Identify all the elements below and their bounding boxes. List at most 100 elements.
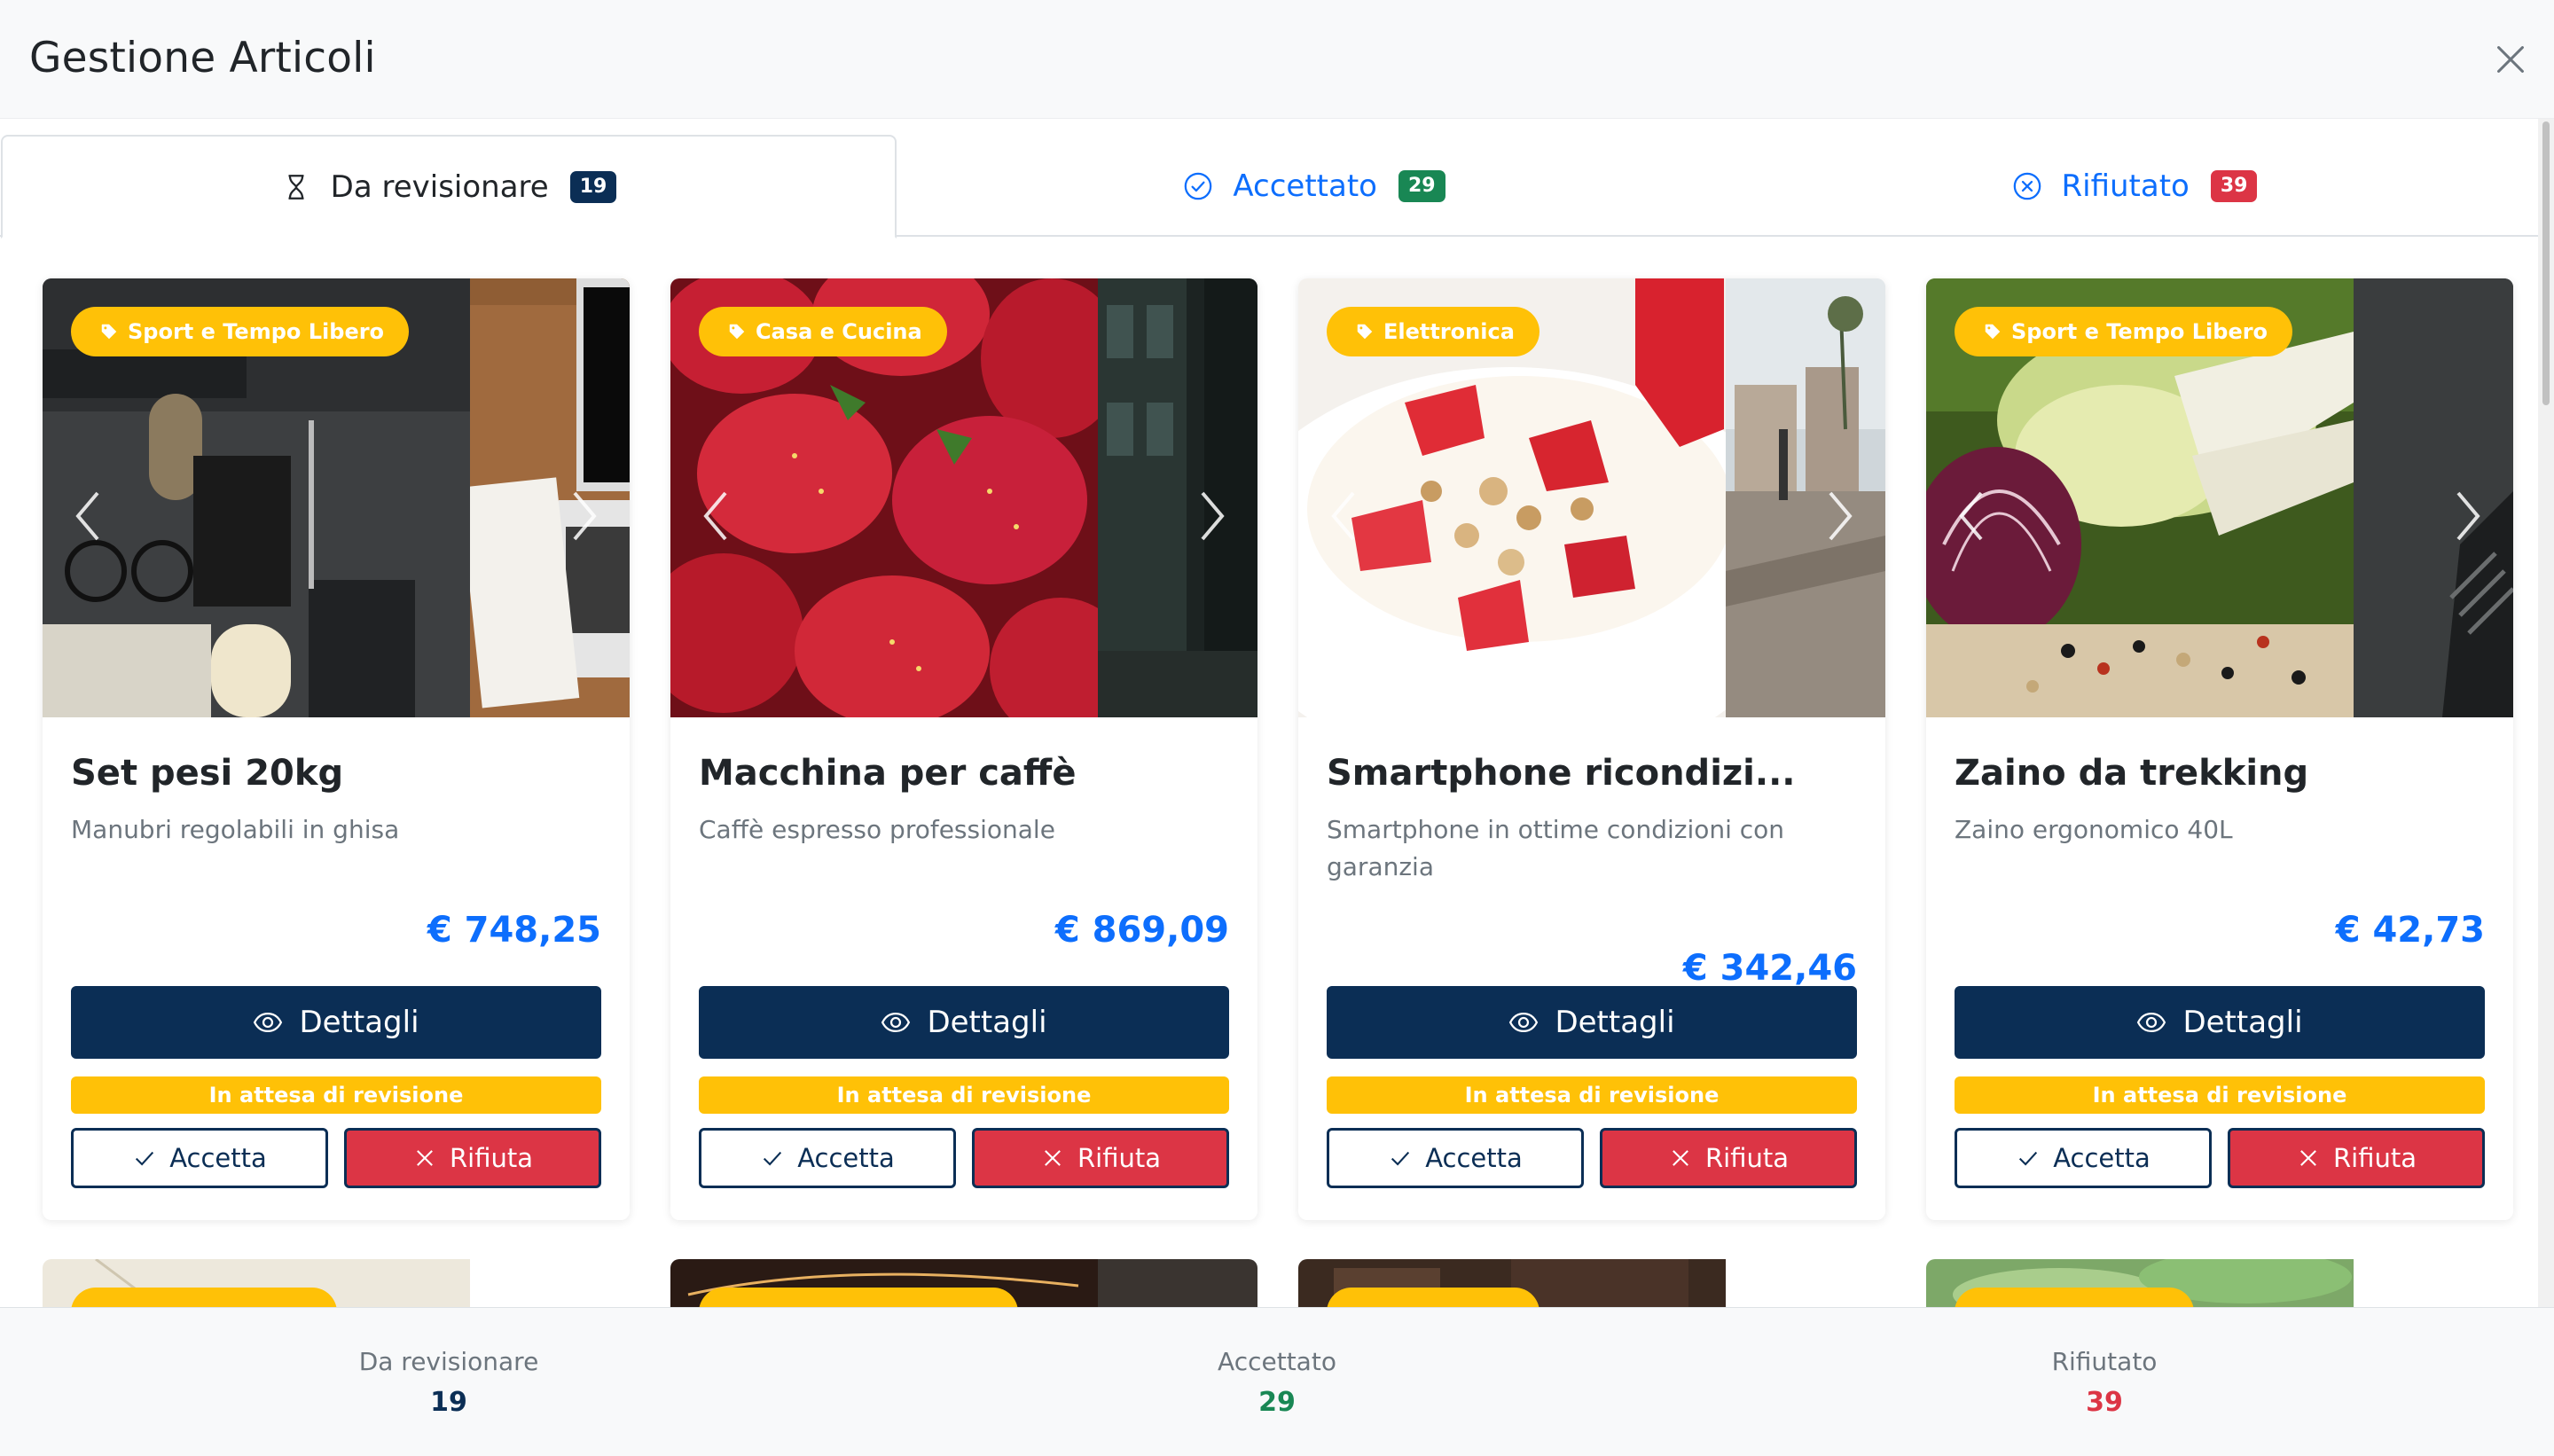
carousel-next-button[interactable] [1821, 489, 1857, 543]
chevron-right-icon [573, 491, 597, 541]
category-chip [1955, 1288, 2194, 1307]
stat-value: 19 [430, 1387, 467, 1418]
tag-icon [99, 322, 119, 341]
card-description: Zaino ergonomico 40L [1955, 815, 2233, 844]
card-title: Zaino da trekking [1955, 753, 2309, 794]
category-chip: Elettronica [1327, 307, 1539, 356]
category-chip: Sport e Tempo Libero [1955, 307, 2293, 356]
product-image-next [470, 278, 630, 717]
summary-stat-da-revisionare: Da revisionare 19 [271, 1347, 626, 1418]
category-chip [1327, 1288, 1539, 1307]
product-image-next [1726, 278, 1885, 717]
card-title: Set pesi 20kg [71, 753, 344, 794]
article-management-modal: Gestione Articoli Da revisionare 19 Acce… [0, 0, 2554, 1456]
stat-label: Rifiutato [2051, 1347, 2158, 1376]
close-button[interactable] [2490, 39, 2531, 80]
tab-label: Rifiutato [2061, 168, 2190, 204]
chevron-left-icon [75, 491, 99, 541]
close-icon [2497, 46, 2524, 73]
x-icon [1040, 1146, 1065, 1170]
article-card-partial [670, 1259, 1257, 1307]
reject-button[interactable]: Rifiuta [2228, 1128, 2485, 1188]
tag-icon [727, 322, 747, 341]
card-price: € 342,46 [1682, 948, 1857, 989]
reject-button[interactable]: Rifiuta [972, 1128, 1229, 1188]
modal-header: Gestione Articoli [0, 0, 2554, 119]
article-card: Elettronica Smartphone ricondizi... Smar… [1298, 278, 1885, 1220]
stat-value: 29 [1258, 1387, 1296, 1418]
image-carousel: Sport e Tempo Libero [1926, 278, 2513, 717]
carousel-next-button[interactable] [1194, 489, 1229, 543]
scrollbar[interactable] [2538, 119, 2554, 1307]
summary-stat-rifiutato: Rifiutato 39 [1927, 1347, 2282, 1418]
status-badge: In attesa di revisione [1327, 1076, 1857, 1114]
image-carousel: Elettronica [1298, 278, 1885, 717]
x-icon [2296, 1146, 2321, 1170]
chevron-left-icon [703, 491, 727, 541]
carousel-prev-button[interactable] [71, 489, 106, 543]
page-title: Gestione Articoli [29, 34, 376, 82]
reject-button[interactable]: Rifiuta [344, 1128, 601, 1188]
tag-icon [1983, 322, 2002, 341]
count-badge: 29 [1398, 169, 1445, 202]
carousel-prev-button[interactable] [699, 489, 734, 543]
eye-icon [881, 1007, 911, 1037]
status-badge: In attesa di revisione [699, 1076, 1229, 1114]
check-circle-icon [1183, 171, 1213, 201]
tab-accettato[interactable]: Accettato 29 [897, 135, 1731, 237]
card-title: Macchina per caffè [699, 753, 1077, 794]
carousel-next-button[interactable] [566, 489, 601, 543]
tab-da-revisionare[interactable]: Da revisionare 19 [1, 135, 897, 239]
status-tabs: Da revisionare 19 Accettato 29 Rifiutato… [0, 135, 2538, 239]
check-icon [2016, 1146, 2041, 1170]
stat-value: 39 [2086, 1387, 2123, 1418]
card-description: Smartphone in ottime condizioni con gara… [1327, 815, 1785, 881]
summary-footer: Da revisionare 19 Accettato 29 Rifiutato… [0, 1307, 2554, 1456]
status-badge: In attesa di revisione [1955, 1076, 2485, 1114]
product-image-next [2354, 278, 2513, 717]
summary-stat-accettato: Accettato 29 [1100, 1347, 1454, 1418]
details-button[interactable]: Dettagli [1327, 986, 1857, 1059]
card-price: € 869,09 [1054, 910, 1229, 951]
x-icon [412, 1146, 437, 1170]
stat-label: Accettato [1218, 1347, 1336, 1376]
carousel-prev-button[interactable] [1955, 489, 1990, 543]
card-price: € 748,25 [427, 910, 601, 951]
carousel-prev-button[interactable] [1327, 489, 1362, 543]
carousel-next-button[interactable] [2449, 489, 2485, 543]
eye-icon [2136, 1007, 2166, 1037]
article-card-partial [1298, 1259, 1885, 1307]
category-chip [699, 1288, 1018, 1307]
check-icon [760, 1146, 785, 1170]
status-badge: In attesa di revisione [71, 1076, 601, 1114]
article-card: Casa e Cucina Macchina per caffè Caffè e… [670, 278, 1257, 1220]
stat-label: Da revisionare [358, 1347, 539, 1376]
card-price: € 42,73 [2335, 910, 2485, 951]
tab-label: Accettato [1233, 168, 1377, 204]
details-button[interactable]: Dettagli [71, 986, 601, 1059]
card-description: Manubri regolabili in ghisa [71, 815, 400, 844]
product-image-next [1098, 278, 1257, 717]
article-card-partial [43, 1259, 630, 1307]
article-grid: Sport e Tempo Libero Set pesi 20kg Manub… [0, 238, 2538, 1307]
card-description: Caffè espresso professionale [699, 815, 1055, 844]
tab-rifiutato[interactable]: Rifiutato 39 [1731, 135, 2538, 237]
image-carousel: Sport e Tempo Libero [43, 278, 630, 717]
chevron-right-icon [1201, 491, 1225, 541]
tag-icon [1355, 322, 1375, 341]
reject-button[interactable]: Rifiuta [1600, 1128, 1857, 1188]
accept-button[interactable]: Accetta [1327, 1128, 1584, 1188]
details-button[interactable]: Dettagli [699, 986, 1229, 1059]
hourglass-icon [281, 172, 311, 202]
details-button[interactable]: Dettagli [1955, 986, 2485, 1059]
chevron-left-icon [1959, 491, 1983, 541]
x-circle-icon [2012, 171, 2042, 201]
chevron-left-icon [1331, 491, 1355, 541]
accept-button[interactable]: Accetta [1955, 1128, 2212, 1188]
accept-button[interactable]: Accetta [699, 1128, 956, 1188]
article-card: Sport e Tempo Libero Set pesi 20kg Manub… [43, 278, 630, 1220]
card-title: Smartphone ricondizi... [1327, 753, 1796, 794]
accept-button[interactable]: Accetta [71, 1128, 328, 1188]
image-carousel: Casa e Cucina [670, 278, 1257, 717]
scrollbar-thumb[interactable] [2542, 121, 2550, 405]
